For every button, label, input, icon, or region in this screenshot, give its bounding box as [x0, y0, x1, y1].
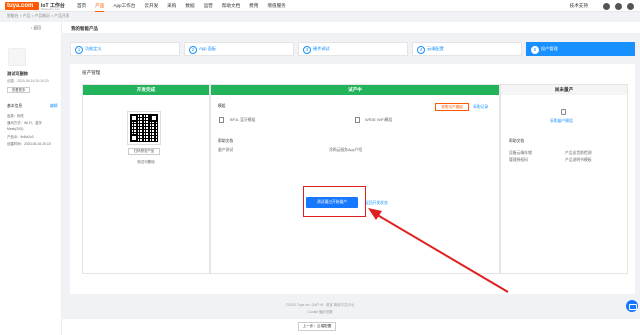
support-link[interactable]: 技术支持 [570, 3, 588, 9]
module-wr3e: WR3E WiFi模组 [365, 118, 393, 122]
step-label: 硬件调试 [313, 45, 330, 51]
annotation-highlight-box [303, 186, 366, 217]
view-more-button[interactable]: 查看更多 [7, 87, 30, 93]
qr-code [127, 111, 161, 145]
col-dev-complete: 开发完成 扫码预览产品 测试可删除 [82, 84, 210, 274]
module-bp2l: BP2L 蓝牙模组 [230, 118, 256, 122]
platform-sub: Powered by tuya [41, 7, 60, 11]
module-chip-icon [355, 117, 360, 123]
col-head-dev-complete: 开发完成 [83, 85, 209, 95]
step-cloud-config[interactable]: 4 云端配置 [412, 42, 522, 56]
step-hardware-debug[interactable]: 3 硬件调试 [298, 42, 408, 56]
step-number: 2 [189, 46, 197, 54]
product-image [8, 48, 26, 66]
tuya-logo[interactable]: tuya.com [5, 2, 39, 10]
edit-link[interactable]: 编辑 [50, 104, 58, 109]
section-title: 投产管理 [82, 70, 101, 75]
notification-icon[interactable] [615, 2, 622, 10]
purchase-record-link[interactable]: 采购记录 [473, 105, 488, 110]
sub-header: 我的智能产品 [62, 22, 640, 34]
col-not-mass-produced: 尚未量产 采购量产模组 帮助文档 设备云端存储 产品出货前检测 管理授权码 产品… [500, 84, 628, 274]
basic-info-title: 基本信息 [7, 104, 23, 108]
return-dev-status-link[interactable]: 返回开发状态 [365, 201, 388, 206]
nav-value-added[interactable]: 增值服务 [267, 0, 285, 12]
step-app-panel[interactable]: 2 App 面板 [184, 42, 294, 56]
step-label: 投产管理 [541, 45, 558, 51]
nav-fees[interactable]: 费用 [249, 0, 258, 12]
bottom-bar: 上一步：云端配置 [62, 318, 640, 335]
help-mass-test[interactable]: 量产测试 [218, 148, 233, 153]
nav-purchase[interactable]: 采购 [167, 0, 176, 12]
chat-icon[interactable] [626, 300, 638, 312]
help-pre-ship-check[interactable]: 产品出货前检测 [565, 151, 592, 156]
avatar[interactable] [627, 2, 634, 10]
step-production[interactable]: 5 投产管理 [526, 42, 635, 56]
step-number: 4 [417, 46, 425, 54]
help-cloud-app[interactable]: 涂鸦云服务App介绍 [329, 148, 362, 153]
buy-trial-modules-button[interactable]: 采购试产模组 [435, 103, 469, 111]
message-icon[interactable] [603, 2, 610, 10]
nav-home[interactable]: 首页 [77, 0, 86, 12]
step-number: 5 [531, 46, 539, 54]
nav-cloud-dev[interactable]: 云开发 [144, 0, 158, 12]
product-name: 测试可删除 [7, 71, 28, 76]
col-trial-production: 试产中 模组 采购试产模组 采购记录 BP2L 蓝牙模组 WR3E WiFi模组… [210, 84, 500, 274]
nav-app-workbench[interactable]: App工作台 [113, 0, 135, 12]
top-bar: tuya.com IoT 工作台 Powered by tuya 首页 产品 A… [0, 0, 640, 12]
help-license-codes[interactable]: 管理授权码 [509, 158, 528, 163]
info-created-time: 创建时间：2020-06-16 20:10 [7, 142, 51, 146]
step-function-define[interactable]: 1 功能定义 [70, 42, 180, 56]
col-head-not-mass: 尚未量产 [501, 85, 627, 95]
page-title: 我的智能产品 [71, 26, 98, 31]
top-right-tools: 技术支持 [570, 0, 634, 12]
nav-data[interactable]: 数据 [185, 0, 194, 12]
info-product-id: 产品ID：fb4fa2x3 [7, 135, 34, 139]
step-label: App 面板 [199, 45, 216, 51]
breadcrumb: 智能台 > 产品 > 产品概况 > 产品开发 [7, 14, 70, 18]
product-created: 创建：2020-06-16 20:10:20 [7, 79, 49, 83]
buy-mass-modules-link[interactable]: 采购量产模组 [550, 119, 573, 124]
info-mesh: Mesh(SIG) [7, 127, 24, 131]
production-panel: 投产管理 开发完成 扫码预览产品 测试可删除 试产中 模组 采购试产模组 采购记… [70, 64, 635, 294]
qr-product-label: 测试可删除 [137, 160, 155, 164]
scan-preview-button[interactable]: 扫码预览产品 [128, 148, 160, 155]
nav-operations[interactable]: 运营 [204, 0, 213, 12]
modules-label: 模组 [218, 104, 226, 108]
footer-copyright: ©2020 Tuya Inc. GMT+8 · 语言 简体中文(ZH) [285, 303, 355, 307]
step-number: 1 [75, 46, 83, 54]
main-nav: 首页 产品 App工作台 云开发 采购 数据 运营 帮助文档 费用 增值服务 [77, 0, 295, 12]
col-head-trial: 试产中 [211, 85, 499, 95]
product-sidebar: ‹ 返回 测试可删除 创建：2020-06-16 20:10:20 查看更多 基… [0, 22, 62, 335]
step-number: 3 [303, 46, 311, 54]
module-chip-icon [219, 117, 224, 123]
cart-icon [561, 109, 566, 115]
help-docs-label: 帮助文档 [509, 139, 525, 143]
step-label: 功能定义 [85, 45, 102, 51]
help-cloud-storage[interactable]: 设备云端存储 [509, 151, 532, 156]
nav-docs[interactable]: 帮助文档 [222, 0, 240, 12]
prev-step-button[interactable]: 上一步：云端配置 [298, 322, 336, 331]
help-docs-label: 帮助文档 [218, 139, 234, 143]
footer-cookie[interactable]: Cookie 偏好设置 [0, 309, 640, 314]
nav-product[interactable]: 产品 [95, 0, 105, 12]
step-label: 云端配置 [427, 45, 444, 51]
dev-steps: 1 功能定义 2 App 面板 3 硬件调试 4 云端配置 5 投产管理 [70, 42, 635, 56]
info-category: 品类：网关 [7, 114, 24, 118]
help-manual-template[interactable]: 产品说明书模板 [565, 158, 592, 163]
back-link[interactable]: ‹ 返回 [31, 26, 41, 31]
info-protocol: 通讯方式：Wi-Fi，蓝牙 [7, 121, 43, 125]
